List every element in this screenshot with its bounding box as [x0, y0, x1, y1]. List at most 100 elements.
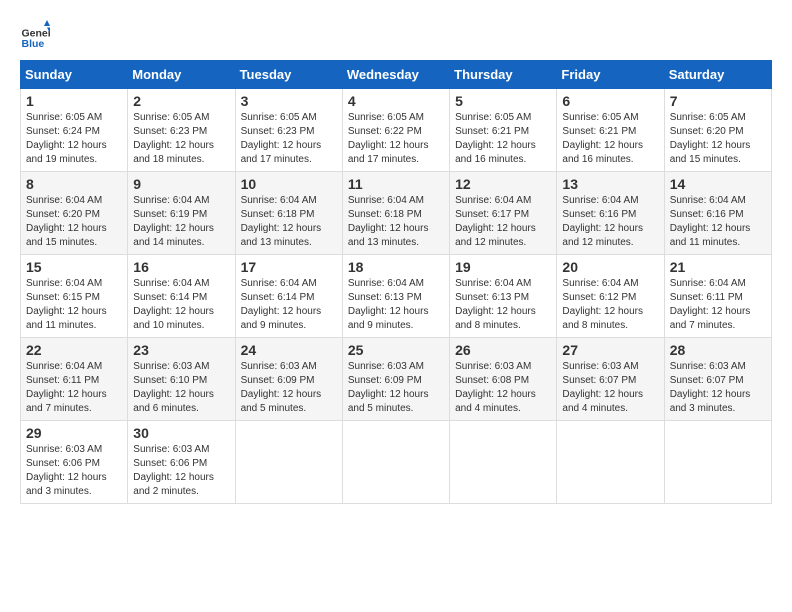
day-detail: Sunrise: 6:05 AMSunset: 6:21 PMDaylight:… — [455, 111, 551, 167]
day-number: 29 — [26, 425, 122, 441]
calendar-row-4: 22 Sunrise: 6:04 AMSunset: 6:11 PMDaylig… — [21, 338, 772, 421]
calendar-cell: 28 Sunrise: 6:03 AMSunset: 6:07 PMDaylig… — [664, 338, 771, 421]
calendar-row-2: 8 Sunrise: 6:04 AMSunset: 6:20 PMDayligh… — [21, 172, 772, 255]
day-number: 18 — [348, 259, 444, 275]
day-detail: Sunrise: 6:03 AMSunset: 6:08 PMDaylight:… — [455, 360, 551, 416]
calendar-table: Sunday Monday Tuesday Wednesday Thursday… — [20, 60, 772, 504]
day-detail: Sunrise: 6:04 AMSunset: 6:18 PMDaylight:… — [348, 194, 444, 250]
day-detail: Sunrise: 6:04 AMSunset: 6:12 PMDaylight:… — [562, 277, 658, 333]
day-number: 3 — [241, 93, 337, 109]
day-number: 9 — [133, 176, 229, 192]
day-detail: Sunrise: 6:05 AMSunset: 6:23 PMDaylight:… — [133, 111, 229, 167]
day-number: 24 — [241, 342, 337, 358]
day-number: 5 — [455, 93, 551, 109]
day-number: 17 — [241, 259, 337, 275]
calendar-cell: 18 Sunrise: 6:04 AMSunset: 6:13 PMDaylig… — [342, 255, 449, 338]
day-number: 25 — [348, 342, 444, 358]
calendar-cell: 7 Sunrise: 6:05 AMSunset: 6:20 PMDayligh… — [664, 89, 771, 172]
day-detail: Sunrise: 6:03 AMSunset: 6:06 PMDaylight:… — [26, 443, 122, 499]
calendar-cell: 11 Sunrise: 6:04 AMSunset: 6:18 PMDaylig… — [342, 172, 449, 255]
calendar-cell: 19 Sunrise: 6:04 AMSunset: 6:13 PMDaylig… — [450, 255, 557, 338]
day-detail: Sunrise: 6:04 AMSunset: 6:15 PMDaylight:… — [26, 277, 122, 333]
day-number: 6 — [562, 93, 658, 109]
calendar-cell — [557, 421, 664, 504]
calendar-cell: 8 Sunrise: 6:04 AMSunset: 6:20 PMDayligh… — [21, 172, 128, 255]
day-detail: Sunrise: 6:03 AMSunset: 6:07 PMDaylight:… — [670, 360, 766, 416]
calendar-cell — [342, 421, 449, 504]
day-number: 11 — [348, 176, 444, 192]
logo-icon: General Blue — [20, 20, 50, 50]
day-number: 16 — [133, 259, 229, 275]
day-detail: Sunrise: 6:05 AMSunset: 6:22 PMDaylight:… — [348, 111, 444, 167]
day-number: 14 — [670, 176, 766, 192]
calendar-cell: 16 Sunrise: 6:04 AMSunset: 6:14 PMDaylig… — [128, 255, 235, 338]
svg-text:Blue: Blue — [22, 38, 45, 50]
day-number: 26 — [455, 342, 551, 358]
day-detail: Sunrise: 6:04 AMSunset: 6:11 PMDaylight:… — [670, 277, 766, 333]
calendar-cell: 10 Sunrise: 6:04 AMSunset: 6:18 PMDaylig… — [235, 172, 342, 255]
calendar-cell: 13 Sunrise: 6:04 AMSunset: 6:16 PMDaylig… — [557, 172, 664, 255]
day-detail: Sunrise: 6:04 AMSunset: 6:18 PMDaylight:… — [241, 194, 337, 250]
day-number: 21 — [670, 259, 766, 275]
day-number: 4 — [348, 93, 444, 109]
calendar-cell: 23 Sunrise: 6:03 AMSunset: 6:10 PMDaylig… — [128, 338, 235, 421]
day-number: 8 — [26, 176, 122, 192]
calendar-cell: 17 Sunrise: 6:04 AMSunset: 6:14 PMDaylig… — [235, 255, 342, 338]
header-sunday: Sunday — [21, 61, 128, 89]
day-detail: Sunrise: 6:04 AMSunset: 6:13 PMDaylight:… — [348, 277, 444, 333]
calendar-cell: 29 Sunrise: 6:03 AMSunset: 6:06 PMDaylig… — [21, 421, 128, 504]
header-monday: Monday — [128, 61, 235, 89]
calendar-cell: 21 Sunrise: 6:04 AMSunset: 6:11 PMDaylig… — [664, 255, 771, 338]
day-detail: Sunrise: 6:04 AMSunset: 6:14 PMDaylight:… — [241, 277, 337, 333]
day-number: 22 — [26, 342, 122, 358]
calendar-cell: 6 Sunrise: 6:05 AMSunset: 6:21 PMDayligh… — [557, 89, 664, 172]
calendar-cell: 2 Sunrise: 6:05 AMSunset: 6:23 PMDayligh… — [128, 89, 235, 172]
calendar-row-1: 1 Sunrise: 6:05 AMSunset: 6:24 PMDayligh… — [21, 89, 772, 172]
calendar-cell: 30 Sunrise: 6:03 AMSunset: 6:06 PMDaylig… — [128, 421, 235, 504]
header-thursday: Thursday — [450, 61, 557, 89]
calendar-cell: 3 Sunrise: 6:05 AMSunset: 6:23 PMDayligh… — [235, 89, 342, 172]
day-number: 2 — [133, 93, 229, 109]
day-detail: Sunrise: 6:03 AMSunset: 6:10 PMDaylight:… — [133, 360, 229, 416]
day-detail: Sunrise: 6:04 AMSunset: 6:13 PMDaylight:… — [455, 277, 551, 333]
header-saturday: Saturday — [664, 61, 771, 89]
day-number: 20 — [562, 259, 658, 275]
day-detail: Sunrise: 6:04 AMSunset: 6:20 PMDaylight:… — [26, 194, 122, 250]
day-number: 12 — [455, 176, 551, 192]
day-detail: Sunrise: 6:04 AMSunset: 6:14 PMDaylight:… — [133, 277, 229, 333]
calendar-cell — [664, 421, 771, 504]
calendar-header-row: Sunday Monday Tuesday Wednesday Thursday… — [21, 61, 772, 89]
day-number: 19 — [455, 259, 551, 275]
calendar-cell — [235, 421, 342, 504]
calendar-cell: 22 Sunrise: 6:04 AMSunset: 6:11 PMDaylig… — [21, 338, 128, 421]
day-detail: Sunrise: 6:03 AMSunset: 6:06 PMDaylight:… — [133, 443, 229, 499]
header-friday: Friday — [557, 61, 664, 89]
calendar-cell: 20 Sunrise: 6:04 AMSunset: 6:12 PMDaylig… — [557, 255, 664, 338]
day-number: 13 — [562, 176, 658, 192]
day-number: 28 — [670, 342, 766, 358]
calendar-row-3: 15 Sunrise: 6:04 AMSunset: 6:15 PMDaylig… — [21, 255, 772, 338]
calendar-cell: 26 Sunrise: 6:03 AMSunset: 6:08 PMDaylig… — [450, 338, 557, 421]
calendar-cell: 4 Sunrise: 6:05 AMSunset: 6:22 PMDayligh… — [342, 89, 449, 172]
calendar-cell: 27 Sunrise: 6:03 AMSunset: 6:07 PMDaylig… — [557, 338, 664, 421]
calendar-cell: 9 Sunrise: 6:04 AMSunset: 6:19 PMDayligh… — [128, 172, 235, 255]
calendar-cell: 24 Sunrise: 6:03 AMSunset: 6:09 PMDaylig… — [235, 338, 342, 421]
day-number: 1 — [26, 93, 122, 109]
header-tuesday: Tuesday — [235, 61, 342, 89]
day-number: 30 — [133, 425, 229, 441]
calendar-row-5: 29 Sunrise: 6:03 AMSunset: 6:06 PMDaylig… — [21, 421, 772, 504]
calendar-cell: 5 Sunrise: 6:05 AMSunset: 6:21 PMDayligh… — [450, 89, 557, 172]
day-number: 10 — [241, 176, 337, 192]
day-detail: Sunrise: 6:04 AMSunset: 6:16 PMDaylight:… — [562, 194, 658, 250]
day-detail: Sunrise: 6:05 AMSunset: 6:20 PMDaylight:… — [670, 111, 766, 167]
calendar-cell — [450, 421, 557, 504]
day-number: 27 — [562, 342, 658, 358]
day-detail: Sunrise: 6:03 AMSunset: 6:09 PMDaylight:… — [241, 360, 337, 416]
day-detail: Sunrise: 6:04 AMSunset: 6:16 PMDaylight:… — [670, 194, 766, 250]
page-header: General Blue — [20, 20, 772, 50]
day-detail: Sunrise: 6:03 AMSunset: 6:07 PMDaylight:… — [562, 360, 658, 416]
calendar-cell: 15 Sunrise: 6:04 AMSunset: 6:15 PMDaylig… — [21, 255, 128, 338]
day-detail: Sunrise: 6:04 AMSunset: 6:17 PMDaylight:… — [455, 194, 551, 250]
day-detail: Sunrise: 6:04 AMSunset: 6:11 PMDaylight:… — [26, 360, 122, 416]
day-number: 15 — [26, 259, 122, 275]
